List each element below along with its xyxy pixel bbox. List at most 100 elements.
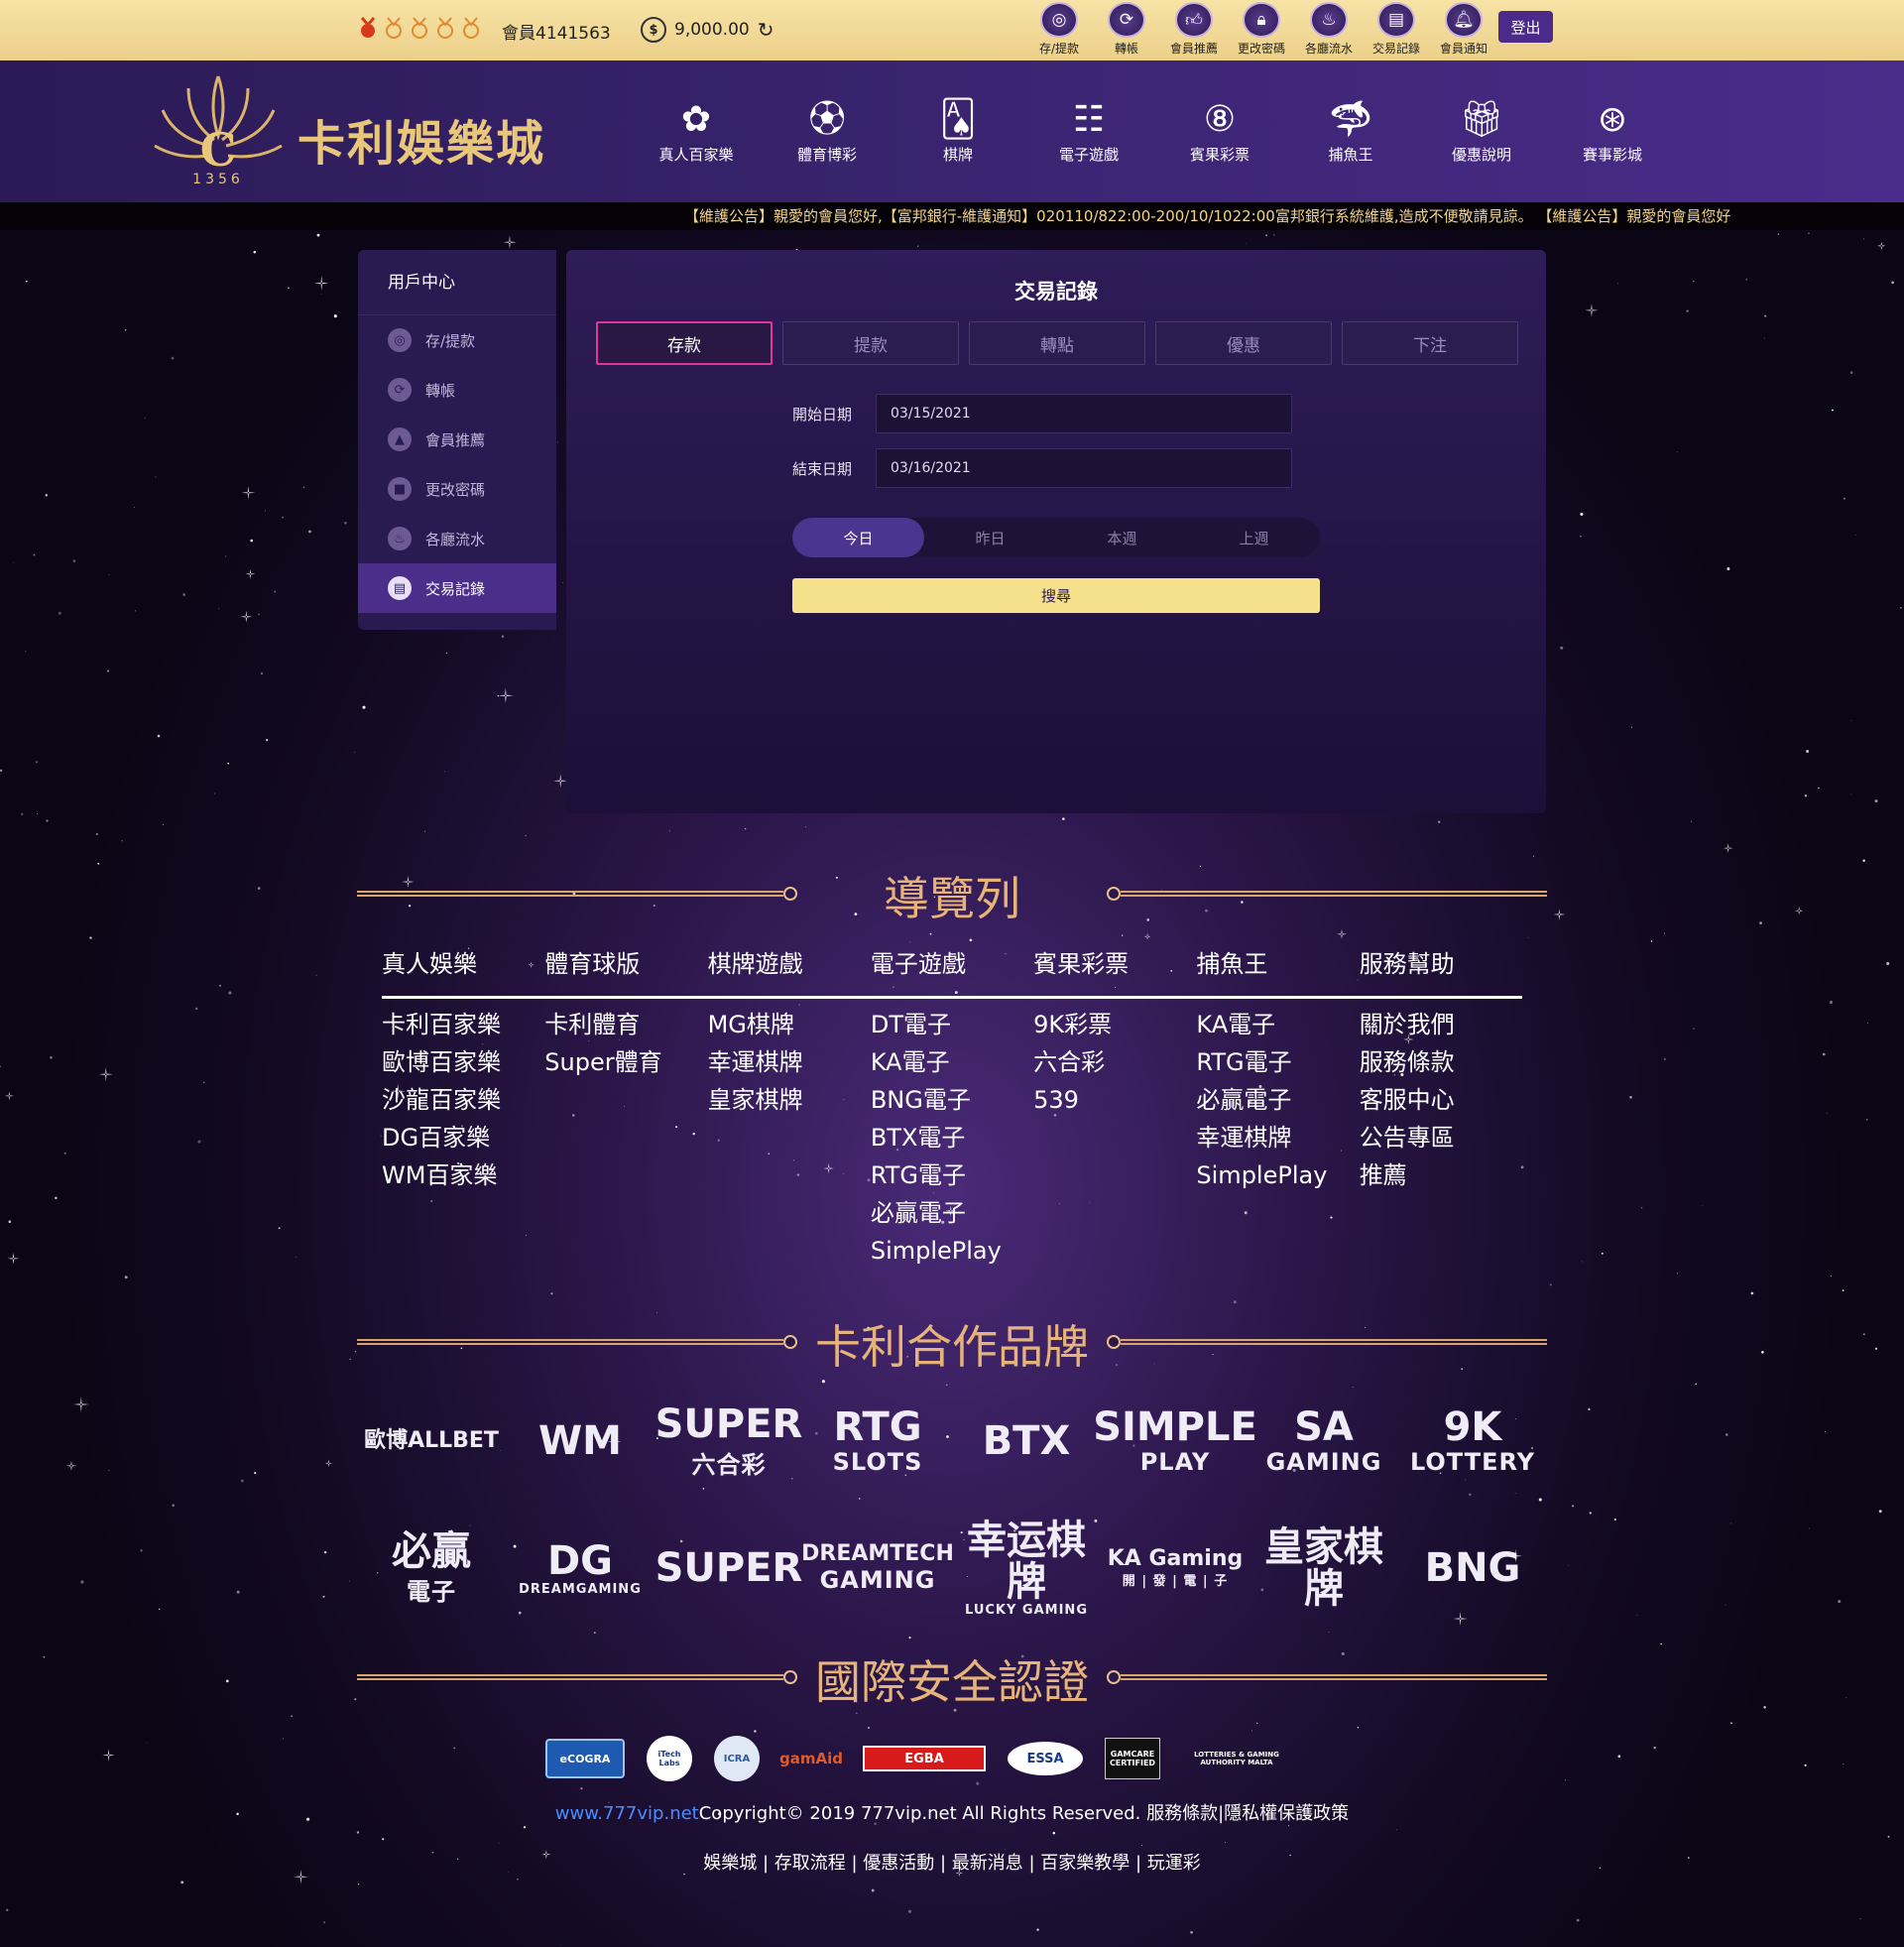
partner-brand-logo[interactable]: 幸运棋牌 LUCKY GAMING (952, 1516, 1101, 1621)
nav-column-heading[interactable]: 體育球版 (544, 944, 707, 996)
tool-records[interactable]: ▤ 交易記錄 (1363, 2, 1430, 57)
tool-turnover[interactable]: ♨ 各廳流水 (1295, 2, 1363, 57)
casino-logo[interactable]: C 1356 (149, 66, 288, 187)
nav-link[interactable]: 沙龍百家樂 (382, 1081, 544, 1119)
nav-link[interactable]: 推薦 (1360, 1156, 1522, 1194)
nav-link[interactable]: 歐博百家樂 (382, 1043, 544, 1081)
start-date-input[interactable]: 03/15/2021 (876, 394, 1292, 433)
nav-column-heading[interactable]: 服務幫助 (1360, 944, 1522, 996)
nav-link[interactable]: KA電子 (871, 1043, 1033, 1081)
range-today-button[interactable]: 今日 (792, 518, 924, 557)
sidebar-item-referral[interactable]: ▲ 會員推薦 (358, 415, 556, 464)
partner-brand-logo[interactable]: DG DREAMGAMING (506, 1516, 654, 1621)
partner-brand-logo[interactable]: SUPER (654, 1516, 803, 1621)
partner-brand-logo[interactable]: WM (506, 1389, 654, 1494)
nav-cinema[interactable]: ⊛ 賽事影城 (1547, 96, 1678, 165)
partner-brand-logo[interactable]: SA GAMING (1250, 1389, 1398, 1494)
nav-link[interactable]: 9K彩票 (1033, 1006, 1196, 1043)
nav-link[interactable]: BTX電子 (871, 1119, 1033, 1156)
nav-link[interactable]: BNG電子 (871, 1081, 1033, 1119)
partner-brand-logo[interactable]: KA Gaming 開 | 發 | 電 | 子 (1101, 1516, 1250, 1621)
nav-lottery[interactable]: ⑧ 賓果彩票 (1154, 96, 1285, 165)
refresh-icon[interactable]: ↻ (758, 18, 774, 42)
tab-promotion[interactable]: 優惠 (1155, 321, 1332, 365)
partner-brand-logo[interactable]: SIMPLE PLAY (1093, 1389, 1257, 1494)
site-link[interactable]: www.777vip.net (555, 1803, 699, 1824)
nav-cards[interactable]: 🂡 棋牌 (892, 96, 1023, 165)
sidebar-item-password[interactable]: ■ 更改密碼 (358, 464, 556, 514)
sidebar-item-label: 轉帳 (425, 381, 456, 400)
nav-link[interactable]: KA電子 (1196, 1006, 1359, 1043)
nav-link[interactable]: 六合彩 (1033, 1043, 1196, 1081)
tool-notifications[interactable]: 🔔︎ 會員通知 (1430, 2, 1497, 57)
nav-column-heading[interactable]: 電子遊戲 (871, 944, 1033, 996)
end-date-input[interactable]: 03/16/2021 (876, 448, 1292, 488)
nav-link[interactable]: 必贏電子 (1196, 1081, 1359, 1119)
tab-bets[interactable]: 下注 (1342, 321, 1518, 365)
nav-link[interactable]: 關於我們 (1360, 1006, 1522, 1043)
balance-display: $ 9,000.00 ↻ (641, 17, 774, 43)
nav-link[interactable]: 客服中心 (1360, 1081, 1522, 1119)
nav-link[interactable]: DG百家樂 (382, 1119, 544, 1156)
partner-brand-logo[interactable]: 必贏 電子 (357, 1516, 506, 1621)
nav-slots[interactable]: ☷ 電子遊戲 (1023, 96, 1154, 165)
nav-link[interactable]: 卡利百家樂 (382, 1006, 544, 1043)
partner-brand-logo[interactable]: 皇家棋牌 (1250, 1516, 1398, 1621)
sidebar-item-deposit[interactable]: ◎ 存/提款 (358, 315, 556, 365)
nav-link[interactable]: 539 (1033, 1081, 1196, 1119)
nav-link[interactable]: 幸運棋牌 (708, 1043, 871, 1081)
range-yesterday-button[interactable]: 昨日 (924, 518, 1056, 557)
nav-promotions[interactable]: 🎁︎ 優惠說明 (1416, 96, 1547, 165)
tab-withdraw[interactable]: 提款 (782, 321, 959, 365)
range-this-week-button[interactable]: 本週 (1056, 518, 1188, 557)
announcement-marquee: 【維護公告】親愛的會員您好,【富邦銀行-維護通知】020110/822:00-2… (0, 202, 1904, 230)
nav-link[interactable]: SimplePlay (1196, 1156, 1359, 1194)
nav-link[interactable]: DT電子 (871, 1006, 1033, 1043)
tool-referral[interactable]: 👍︎ 會員推薦 (1160, 2, 1228, 57)
nav-fishing[interactable]: 🦈︎ 捕魚王 (1285, 96, 1416, 165)
nav-column-heading[interactable]: 真人娛樂 (382, 944, 544, 996)
nav-link[interactable]: 服務條款 (1360, 1043, 1522, 1081)
nav-link[interactable]: 必贏電子 (871, 1194, 1033, 1232)
sidebar-item-transfer[interactable]: ⟳ 轉帳 (358, 365, 556, 415)
nav-link[interactable]: 皇家棋牌 (708, 1081, 871, 1119)
range-last-week-button[interactable]: 上週 (1188, 518, 1320, 557)
nav-link[interactable]: 卡利體育 (544, 1006, 707, 1043)
sidebar-title: 用戶中心 (358, 250, 556, 315)
sidebar-item-records[interactable]: ▤ 交易記錄 (358, 563, 556, 613)
partner-brand-logo[interactable]: RTG SLOTS (803, 1389, 952, 1494)
nav-link[interactable]: Super體育 (544, 1043, 707, 1081)
nav-link[interactable]: RTG電子 (1196, 1043, 1359, 1081)
nav-link[interactable]: 幸運棋牌 (1196, 1119, 1359, 1156)
partner-brand-logo[interactable]: BTX (952, 1389, 1101, 1494)
tab-deposit[interactable]: 存款 (596, 321, 773, 365)
tab-points[interactable]: 轉點 (969, 321, 1145, 365)
partner-brand-logo[interactable]: BNG (1398, 1516, 1547, 1621)
logout-button[interactable]: 登出 (1498, 11, 1553, 43)
tool-deposit[interactable]: ◎ 存/提款 (1025, 2, 1093, 57)
search-button[interactable]: 搜尋 (792, 578, 1320, 613)
footer-links[interactable]: 娛樂城 | 存取流程 | 優惠活動 | 最新消息 | 百家樂教學 | 玩運彩 (0, 1849, 1904, 1875)
gamcare-logo: GAMCARE CERTIFIED (1105, 1738, 1160, 1779)
partner-brand-logo[interactable]: SUPER 六合彩 (654, 1389, 803, 1494)
nav-sports[interactable]: ⚽︎ 體育博彩 (762, 96, 892, 165)
partner-brand-logo[interactable]: 歐博ALLBET (357, 1389, 506, 1494)
nav-link[interactable]: 公告專區 (1360, 1119, 1522, 1156)
nav-live-baccarat[interactable]: ✿ 真人百家樂 (631, 96, 762, 165)
nav-column-heading[interactable]: 捕魚王 (1196, 944, 1359, 996)
nav-column-heading[interactable]: 賓果彩票 (1033, 944, 1196, 996)
tool-transfer[interactable]: ⟳ 轉帳 (1093, 2, 1160, 57)
brand-name: WM (538, 1418, 622, 1464)
nav-link[interactable]: WM百家樂 (382, 1156, 544, 1194)
tool-change-password[interactable]: 🔒︎ 更改密碼 (1228, 2, 1295, 57)
nav-column-heading[interactable]: 棋牌遊戲 (708, 944, 871, 996)
nav-link[interactable]: SimplePlay (871, 1232, 1033, 1270)
nav-link[interactable]: MG棋牌 (708, 1006, 871, 1043)
nav-link[interactable]: RTG電子 (871, 1156, 1033, 1194)
itech-labs-logo: iTech Labs (647, 1736, 692, 1781)
partner-brand-logo[interactable]: 9K LOTTERY (1398, 1389, 1547, 1494)
partner-brand-logo[interactable]: DREAMTECH GAMING (801, 1516, 954, 1621)
sidebar-item-turnover[interactable]: ♨ 各廳流水 (358, 514, 556, 563)
medal-icon (437, 17, 453, 39)
site-name[interactable]: 卡利娛樂城 (298, 104, 545, 174)
